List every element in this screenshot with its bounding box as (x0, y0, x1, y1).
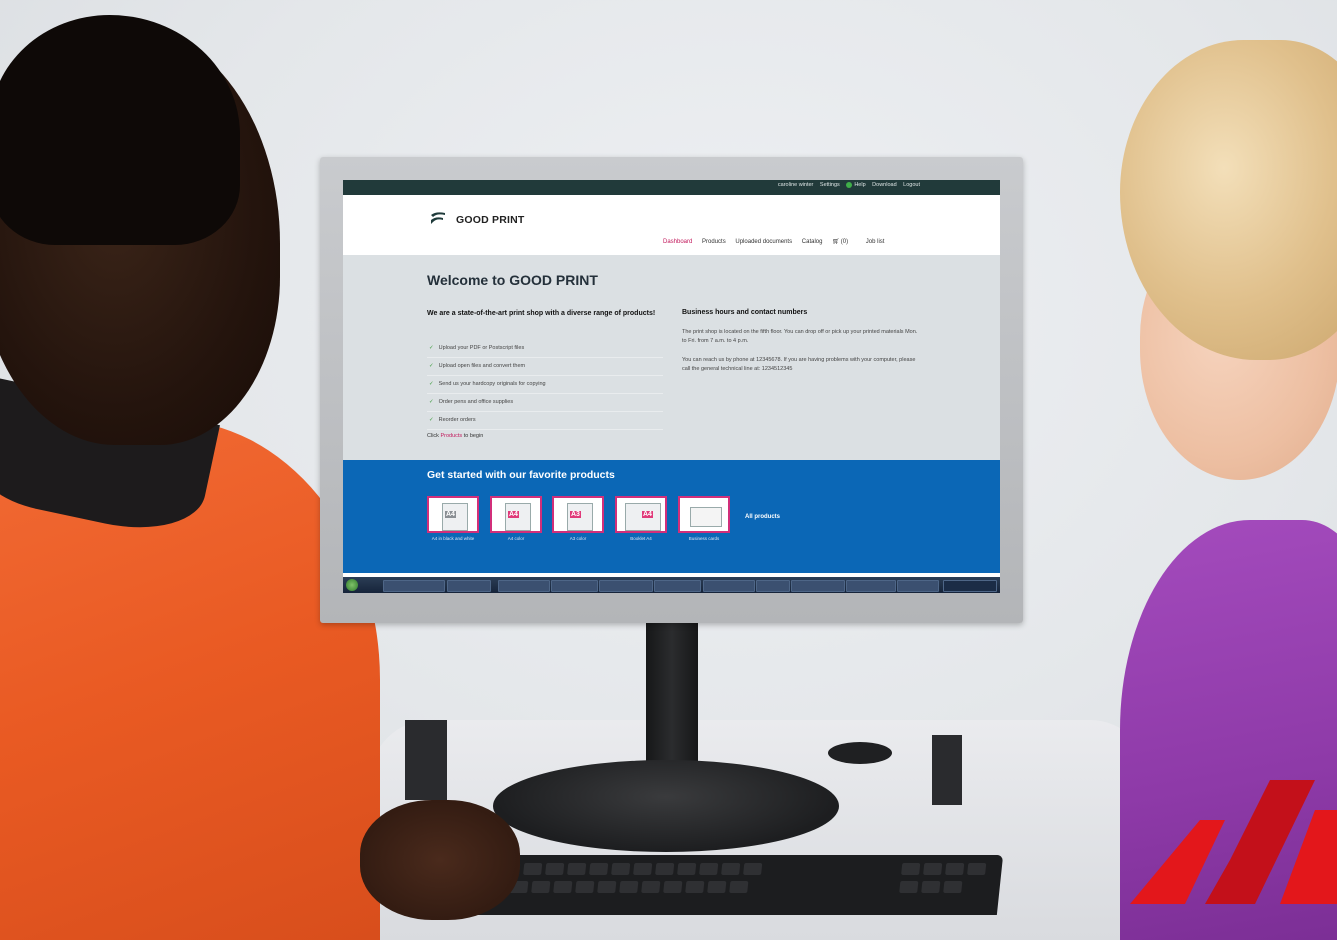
document-icon: A4 (442, 503, 468, 531)
products-heading: Get started with our favorite products (427, 469, 615, 481)
list-item: ✓ Upload your PDF or Postscript files (427, 340, 663, 358)
main-nav: Dashboard Products Uploaded documents Ca… (663, 238, 892, 245)
user-name-link[interactable]: caroline winter (778, 182, 813, 188)
taskbar-button[interactable] (703, 580, 755, 592)
brand-name[interactable]: GOOD PRINT (456, 214, 525, 226)
desk-support-right (932, 735, 962, 805)
click-to-begin-text: Click Products to begin (427, 433, 483, 439)
click-prefix: Click (427, 433, 439, 439)
settings-link[interactable]: Settings (820, 182, 840, 188)
booklet-icon: A4 (625, 503, 661, 531)
taskbar-button[interactable] (654, 580, 701, 592)
nav-job-list[interactable]: Job list (866, 239, 885, 245)
size-badge: A4 (445, 511, 456, 518)
list-item: ✓ Upload open files and convert them (427, 358, 663, 376)
hours-heading: Business hours and contact numbers (682, 309, 808, 316)
man-hair (0, 15, 240, 245)
taskbar-button[interactable] (846, 580, 896, 592)
help-icon (846, 182, 853, 188)
intro-heading: We are a state-of-the-art print shop wit… (427, 310, 656, 317)
corner-brand-logo-icon (1130, 780, 1337, 904)
list-item: ✓ Reorder orders (427, 412, 663, 430)
desk-support-left (405, 720, 447, 800)
page-title: Welcome to GOOD PRINT (427, 272, 598, 288)
site-top-bar: caroline winter Settings Help Download L… (343, 180, 1000, 195)
list-item: ✓ Send us your hardcopy originals for cop… (427, 376, 663, 394)
check-icon: ✓ (429, 363, 434, 369)
check-icon: ✓ (429, 381, 434, 387)
feature-text: Reorder orders (438, 417, 476, 423)
size-badge: A4 (642, 511, 653, 518)
all-products-link[interactable]: All products (745, 514, 780, 520)
monitor-stand-base (493, 760, 839, 852)
taskbar-button[interactable] (447, 580, 491, 592)
product-card-business-cards[interactable] (678, 496, 730, 533)
cable-grommet (828, 742, 892, 764)
nav-cart[interactable]: 🛒︎(0) (832, 239, 856, 245)
os-taskbar (343, 577, 1000, 593)
product-card-a4-bw[interactable]: A4 (427, 496, 479, 533)
size-badge: A4 (508, 511, 519, 518)
keyboard[interactable] (476, 855, 1004, 915)
list-item: ✓ Order pens and office supplies (427, 394, 663, 412)
feature-list: ✓ Upload your PDF or Postscript files ✓ Up… (427, 340, 663, 430)
taskbar-button[interactable] (383, 580, 445, 592)
logout-link[interactable]: Logout (903, 182, 920, 188)
product-card-booklet-a4[interactable]: A4 (615, 496, 667, 533)
site-header (343, 195, 1000, 255)
check-icon: ✓ (429, 399, 434, 405)
product-card-a4-color[interactable]: A4 (490, 496, 542, 533)
windows-start-icon[interactable] (346, 579, 358, 591)
taskbar-button[interactable] (791, 580, 845, 592)
system-tray[interactable] (943, 580, 997, 592)
nav-products[interactable]: Products (702, 239, 726, 245)
business-cards-icon (690, 507, 722, 527)
product-card-a3-color[interactable]: A3 (552, 496, 604, 533)
document-icon: A3 (567, 503, 593, 531)
monitor-screen: caroline winter Settings Help Download L… (343, 180, 1000, 593)
taskbar-button[interactable] (498, 580, 550, 592)
cart-count: (0) (840, 239, 849, 245)
help-link[interactable]: Help (854, 182, 865, 188)
product-label: A4 color (507, 536, 525, 541)
man-hand (360, 800, 520, 920)
document-icon: A4 (505, 503, 531, 531)
taskbar-button[interactable] (551, 580, 598, 592)
taskbar-button[interactable] (599, 580, 653, 592)
monitor-stand-neck (646, 622, 698, 772)
click-suffix: to begin (463, 433, 484, 439)
hours-text: The print shop is located on the fifth f… (682, 329, 918, 344)
taskbar-button[interactable] (897, 580, 939, 592)
good-print-logo-icon[interactable] (430, 211, 446, 225)
product-label: A3 color (569, 536, 587, 541)
products-link[interactable]: Products (440, 433, 462, 439)
taskbar-button[interactable] (756, 580, 790, 592)
contact-text: You can reach us by phone at 12345678. I… (682, 357, 916, 372)
cart-icon: 🛒︎ (832, 239, 840, 245)
check-icon: ✓ (429, 345, 434, 351)
nav-catalog[interactable]: Catalog (802, 239, 823, 245)
feature-text: Order pens and office supplies (438, 399, 514, 405)
feature-text: Send us your hardcopy originals for copy… (438, 381, 546, 387)
product-label: A4 in black and white (431, 536, 475, 541)
product-label: Booklet A4 (630, 536, 652, 541)
feature-text: Upload open files and convert them (438, 363, 526, 369)
product-label: Business cards (688, 536, 720, 541)
nav-uploaded-documents[interactable]: Uploaded documents (735, 239, 792, 245)
check-icon: ✓ (429, 417, 434, 423)
feature-text: Upload your PDF or Postscript files (438, 345, 525, 351)
user-bar: caroline winter Settings Help Download L… (773, 182, 920, 188)
nav-dashboard[interactable]: Dashboard (663, 239, 692, 245)
download-link[interactable]: Download (872, 182, 896, 188)
size-badge: A3 (570, 511, 581, 518)
